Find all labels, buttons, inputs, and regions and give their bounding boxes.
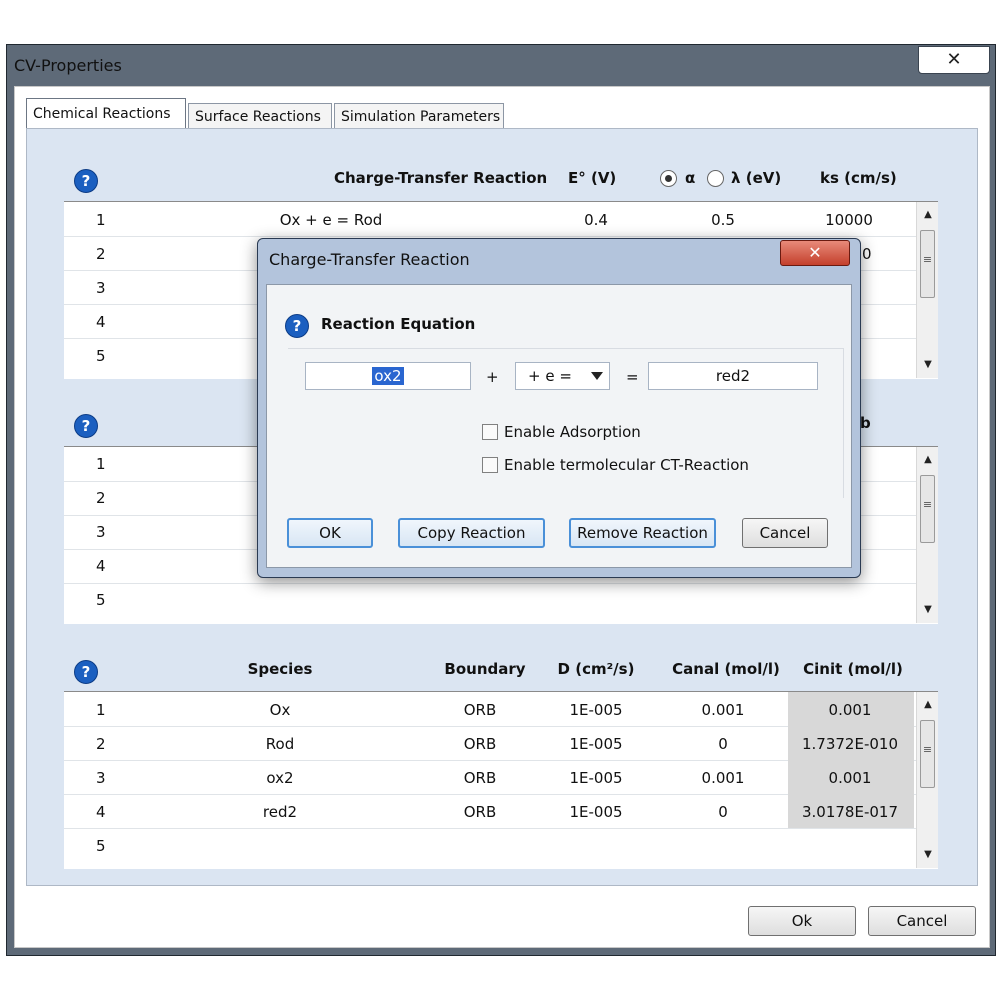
tab-chemical-reactions[interactable]: Chemical Reactions	[26, 98, 186, 128]
copy-reaction-button[interactable]: Copy Reaction	[398, 518, 545, 548]
species-d-cell[interactable]: 1E-005	[569, 803, 622, 821]
header-alpha: α	[685, 169, 696, 187]
ct-reaction-cell[interactable]: Ox + e = Rod	[280, 211, 383, 229]
row-number: 5	[96, 837, 106, 855]
header-ks: ks (cm/s)	[820, 169, 897, 187]
row-number: 1	[96, 701, 106, 719]
species-boundary-cell[interactable]: ORB	[464, 803, 497, 821]
chevron-down-icon	[591, 372, 603, 380]
row-number: 3	[96, 769, 106, 787]
species-d-cell[interactable]: 1E-005	[569, 701, 622, 719]
header-charge-transfer-reaction: Charge-Transfer Reaction	[334, 169, 548, 187]
radio-lambda[interactable]	[707, 170, 724, 187]
row-number: 4	[96, 803, 106, 821]
row-number: 5	[96, 347, 106, 365]
window-title: CV-Properties	[14, 56, 122, 75]
help-icon[interactable]: ?	[74, 414, 98, 438]
reductant-input[interactable]: red2	[648, 362, 818, 390]
scroll-thumb[interactable]: ≡	[920, 475, 935, 543]
species-cinit-cell: 0.001	[828, 701, 872, 719]
species-grid-scrollbar[interactable]: ▲ ≡ ▼	[916, 692, 938, 868]
header-diffusion: D (cm²/s)	[557, 660, 635, 678]
species-canal-cell[interactable]: 0.001	[702, 701, 745, 719]
dialog-close-button[interactable]: ✕	[780, 240, 850, 266]
row-number: 4	[96, 313, 106, 331]
ct-ks-cell[interactable]: 10000	[825, 211, 873, 229]
scroll-down-arrow[interactable]: ▼	[917, 601, 939, 619]
scroll-up-arrow[interactable]: ▲	[917, 696, 939, 714]
header-boundary: Boundary	[444, 660, 526, 678]
chemical-grid-scrollbar[interactable]: ▲ ≡ ▼	[916, 447, 938, 623]
scroll-up-arrow[interactable]: ▲	[917, 451, 939, 469]
species-name-cell[interactable]: ox2	[266, 769, 293, 787]
row-number: 1	[96, 455, 106, 473]
enable-adsorption-checkbox[interactable]	[482, 424, 498, 440]
help-icon[interactable]: ?	[74, 660, 98, 684]
oxidant-input[interactable]: ox2	[305, 362, 471, 390]
oxidant-selected-text: ox2	[372, 367, 404, 385]
row-separator	[64, 828, 916, 829]
header-cinit: Cinit (mol/l)	[803, 660, 903, 678]
radio-alpha[interactable]	[660, 170, 677, 187]
scroll-thumb[interactable]: ≡	[920, 230, 935, 298]
species-canal-cell[interactable]: 0	[718, 803, 728, 821]
enable-termolecular-label: Enable termolecular CT-Reaction	[504, 456, 749, 474]
enable-termolecular-checkbox[interactable]	[482, 457, 498, 473]
remove-reaction-button[interactable]: Remove Reaction	[569, 518, 716, 548]
species-boundary-cell[interactable]: ORB	[464, 701, 497, 719]
scroll-down-arrow[interactable]: ▼	[917, 356, 939, 374]
row-number: 4	[96, 557, 106, 575]
species-boundary-cell[interactable]: ORB	[464, 735, 497, 753]
scroll-thumb[interactable]: ≡	[920, 720, 935, 788]
help-icon[interactable]: ?	[74, 169, 98, 193]
header-lambda: λ (eV)	[731, 169, 782, 187]
electrons-select-value: + e =	[528, 367, 572, 385]
plus-sign: +	[486, 368, 499, 386]
row-separator	[64, 236, 916, 237]
tab-surface-reactions[interactable]: Surface Reactions	[188, 103, 332, 129]
ct-e0-cell[interactable]: 0.4	[584, 211, 608, 229]
species-name-cell[interactable]: Rod	[266, 735, 294, 753]
species-name-cell[interactable]: red2	[263, 803, 297, 821]
row-number: 3	[96, 279, 106, 297]
header-species: Species	[247, 660, 313, 678]
ct-alpha-cell[interactable]: 0.5	[711, 211, 735, 229]
help-icon[interactable]: ?	[285, 314, 309, 338]
row-number: 5	[96, 591, 106, 609]
radio-dot	[665, 175, 672, 182]
header-canal: Canal (mol/l)	[672, 660, 780, 678]
electrons-select[interactable]: + e =	[515, 362, 610, 390]
row-number: 1	[96, 211, 106, 229]
species-canal-cell[interactable]: 0.001	[702, 769, 745, 787]
header-e0: E° (V)	[568, 169, 617, 187]
species-name-cell[interactable]: Ox	[270, 701, 291, 719]
tab-simulation-parameters[interactable]: Simulation Parameters	[334, 103, 504, 129]
dialog-cancel-button[interactable]: Cancel	[742, 518, 828, 548]
ct-ks-cell[interactable]: 0	[862, 245, 872, 263]
species-cinit-cell: 0.001	[828, 769, 872, 787]
equals-sign: =	[626, 368, 639, 386]
species-cinit-cell: 3.0178E-017	[801, 803, 899, 821]
row-number: 2	[96, 735, 106, 753]
ok-button[interactable]: Ok	[748, 906, 856, 936]
row-separator	[64, 583, 916, 584]
dialog-ok-button[interactable]: OK	[287, 518, 373, 548]
species-d-cell[interactable]: 1E-005	[569, 735, 622, 753]
species-canal-cell[interactable]: 0	[718, 735, 728, 753]
enable-adsorption-label: Enable Adsorption	[504, 423, 641, 441]
species-cinit-cell: 1.7372E-010	[801, 735, 899, 753]
scroll-up-arrow[interactable]: ▲	[917, 206, 939, 224]
species-boundary-cell[interactable]: ORB	[464, 769, 497, 787]
row-number: 3	[96, 523, 106, 541]
reaction-equation-label: Reaction Equation	[321, 315, 476, 333]
ct-grid-scrollbar[interactable]: ▲ ≡ ▼	[916, 202, 938, 378]
dialog-title: Charge-Transfer Reaction	[269, 250, 470, 269]
row-number: 2	[96, 489, 106, 507]
scroll-down-arrow[interactable]: ▼	[917, 846, 939, 864]
header-fragment: b	[860, 414, 871, 432]
window-close-button[interactable]: ✕	[918, 46, 990, 74]
row-number: 2	[96, 245, 106, 263]
species-d-cell[interactable]: 1E-005	[569, 769, 622, 787]
cancel-button[interactable]: Cancel	[868, 906, 976, 936]
